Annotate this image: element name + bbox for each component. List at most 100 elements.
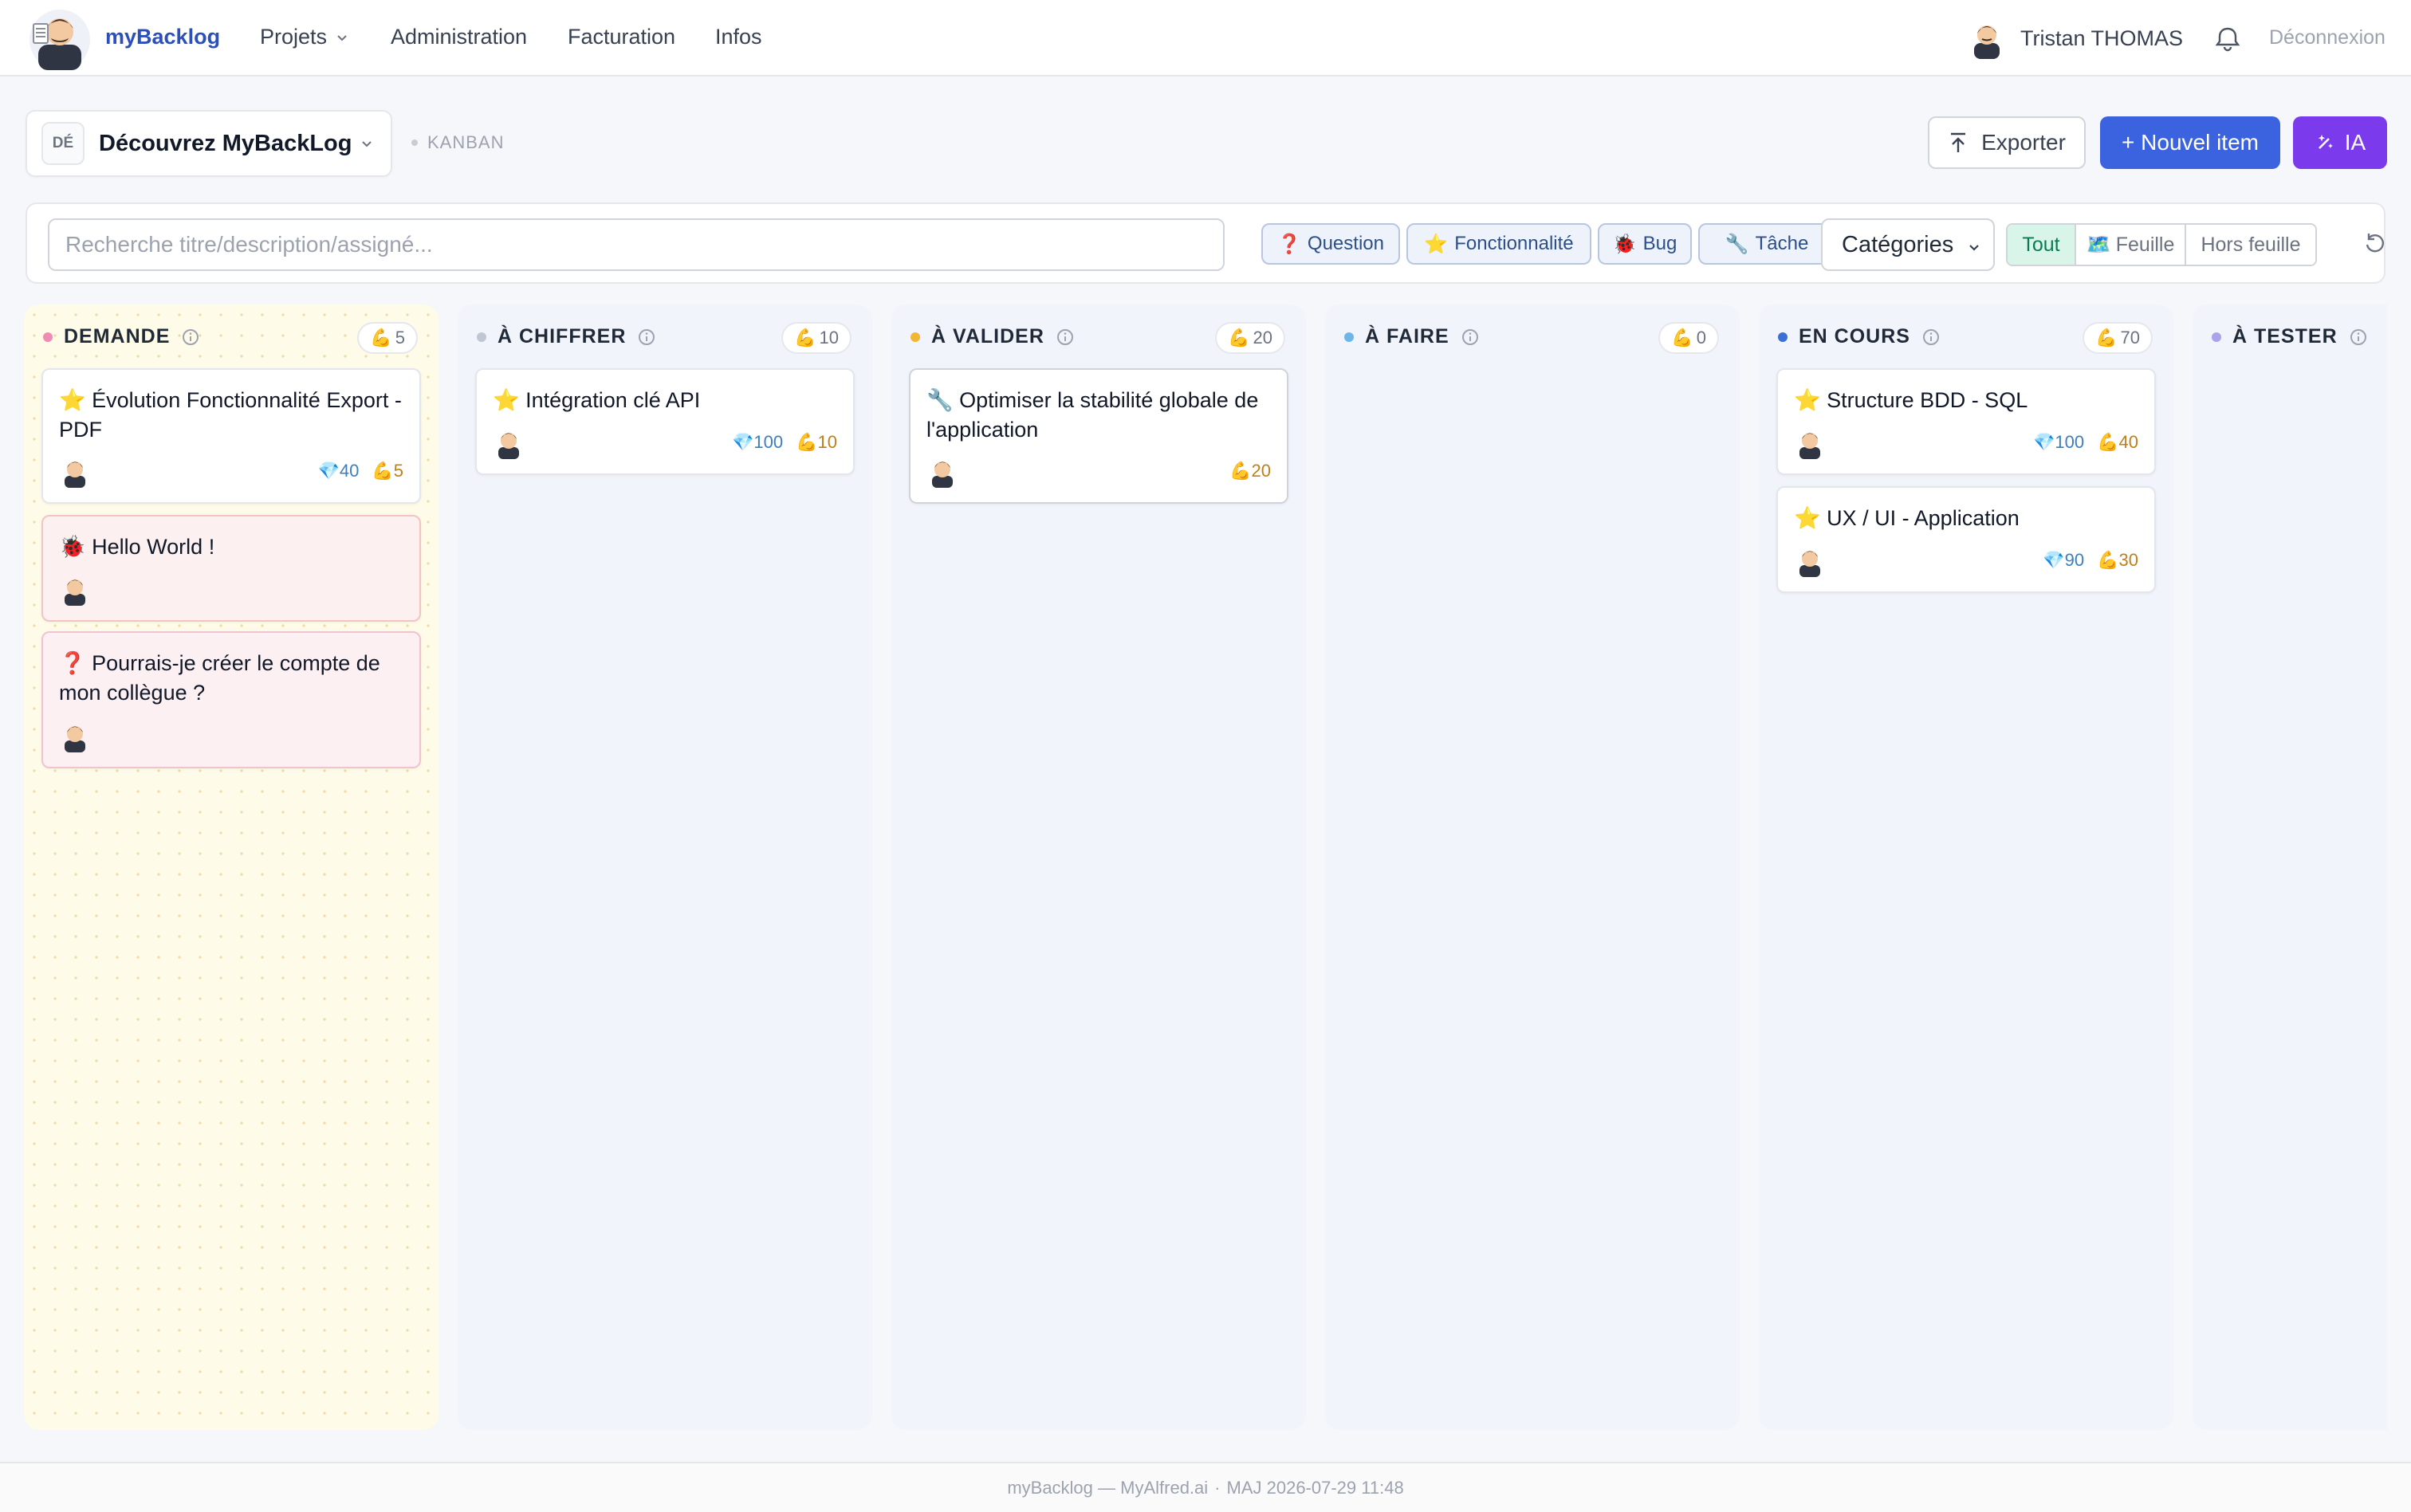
scope-sheet-label: Feuille (2115, 233, 2175, 256)
assignee-avatar[interactable] (59, 574, 91, 606)
filter-chip-feature[interactable]: ⭐ Fonctionnalité (1406, 223, 1591, 265)
user-avatar (1974, 26, 2000, 59)
footer-updated: MAJ 2026-07-29 11:48 (1226, 1477, 1404, 1498)
assignee-avatar[interactable] (493, 427, 525, 459)
card-title-text: Hello World ! (92, 535, 215, 559)
assignee-avatar[interactable] (1794, 427, 1826, 459)
card-feature[interactable]: ⭐ UX / UI - Application 💎90 💪30 (1776, 486, 2156, 593)
top-navbar: myBacklog Projets Administration Factura… (0, 0, 2411, 77)
view-mode-label: KANBAN (411, 132, 504, 153)
filter-chip-label: Fonctionnalité (1454, 233, 1574, 254)
card-metrics: 💎90 💪30 (2043, 550, 2138, 571)
reset-icon[interactable] (2362, 231, 2387, 257)
assignee-avatar[interactable] (1794, 545, 1826, 577)
assignee-avatar[interactable] (59, 456, 91, 488)
user-menu[interactable]: Tristan THOMAS (1968, 18, 2183, 59)
filter-chip-label: Tâche (1755, 233, 1809, 254)
column-effort-value: 20 (1253, 328, 1272, 348)
column-header: À VALIDER (911, 325, 1075, 348)
card-feature[interactable]: ⭐ Intégration clé API 💎100 💪10 (475, 368, 855, 475)
logout-link[interactable]: Déconnexion (2269, 26, 2385, 49)
effort-number: 10 (817, 432, 837, 452)
export-button[interactable]: Exporter (1928, 116, 2086, 169)
question-icon: ❓ (59, 651, 86, 675)
bell-icon[interactable] (2213, 24, 2242, 53)
card-title-text: Structure BDD - SQL (1827, 388, 2028, 412)
category-select[interactable]: Catégories (1821, 218, 1995, 271)
info-icon[interactable] (1921, 328, 1941, 347)
effort-metric: 💪30 (2097, 550, 2138, 571)
info-icon[interactable] (2349, 328, 2368, 347)
star-icon: ⭐ (1794, 388, 1821, 412)
assignee-avatar[interactable] (59, 721, 91, 752)
card-task[interactable]: 🔧 Optimiser la stabilité globale de l'ap… (909, 368, 1288, 504)
footer-app-name: myBacklog — MyAlfred.ai (1007, 1477, 1209, 1498)
project-badge: DÉ (41, 122, 85, 165)
map-icon: 🗺️ (2086, 233, 2111, 256)
app-logo[interactable] (27, 5, 92, 72)
scope-sheet-button[interactable]: 🗺️ Feuille (2076, 225, 2186, 265)
effort-metric: 💪40 (2097, 432, 2138, 453)
search-input[interactable] (48, 218, 1225, 271)
upload-icon (1951, 132, 1966, 152)
value-metric: 💎40 (317, 461, 359, 481)
card-title: 🔧 Optimiser la stabilité globale de l'ap… (926, 386, 1271, 445)
chevron-down-icon (337, 34, 347, 41)
column-title: À TESTER (2232, 325, 2338, 348)
nav-facturation[interactable]: Facturation (568, 25, 675, 49)
info-icon[interactable] (1461, 328, 1480, 347)
muscle-icon: 💪 (1671, 328, 1693, 348)
chevron-down-icon (1969, 245, 1979, 251)
project-name: Découvrez MyBackLog (99, 130, 352, 156)
column-title: DEMANDE (64, 325, 171, 348)
column-status-dot (477, 332, 486, 342)
star-icon: ⭐ (1794, 506, 1821, 530)
effort-number: 30 (2118, 550, 2138, 570)
star-icon: ⭐ (59, 388, 86, 412)
scope-outside-sheet-button[interactable]: Hors feuille (2186, 225, 2315, 265)
magic-wand-icon (2318, 135, 2333, 149)
card-metrics: 💎100 💪40 (2033, 432, 2138, 453)
column-status-dot (1344, 332, 1354, 342)
view-mode-text: KANBAN (427, 132, 505, 152)
scope-all-button[interactable]: Tout (2008, 225, 2076, 265)
filter-chip-question[interactable]: ❓ Question (1261, 223, 1400, 265)
card-feature[interactable]: ⭐ Structure BDD - SQL 💎100 💪40 (1776, 368, 2156, 475)
card-feature[interactable]: ⭐ Évolution Fonctionnalité Export - PDF … (41, 368, 421, 504)
nav-projets[interactable]: Projets (260, 25, 349, 49)
card-metrics: 💎40 💪5 (317, 461, 403, 481)
card-title-text: Optimiser la stabilité globale de l'appl… (926, 388, 1259, 442)
column-header: À FAIRE (1344, 325, 1480, 348)
nav-administration[interactable]: Administration (391, 25, 527, 49)
filter-chip-bug[interactable]: 🐞 Bug (1598, 223, 1692, 265)
question-icon: ❓ (1277, 233, 1301, 255)
ia-label: IA (2344, 130, 2366, 155)
category-select-value: Catégories (1842, 231, 1954, 257)
card-title: ⭐ Structure BDD - SQL (1794, 386, 2138, 415)
card-bug[interactable]: 🐞 Hello World ! (41, 515, 421, 622)
column-a-tester: À TESTER (2193, 304, 2387, 1430)
filter-bar: ❓ Question ⭐ Fonctionnalité 🐞 Bug 🔧 Tâch… (26, 202, 2385, 284)
info-icon[interactable] (637, 328, 656, 347)
value-number: 90 (2064, 550, 2085, 570)
card-metrics: 💪20 (1229, 461, 1271, 481)
footer-separator: · (1214, 1477, 1221, 1498)
diamond-icon: 💎 (731, 432, 754, 452)
muscle-icon: 💪 (2097, 432, 2119, 452)
card-title-text: Intégration clé API (525, 388, 701, 412)
card-question[interactable]: ❓ Pourrais-je créer le compte de mon col… (41, 631, 421, 768)
brand-name[interactable]: myBacklog (105, 25, 220, 49)
ia-button[interactable]: IA (2293, 116, 2387, 169)
filter-chip-label: Question (1307, 233, 1384, 254)
nav-infos[interactable]: Infos (715, 25, 762, 49)
card-metrics: 💎100 💪10 (732, 432, 837, 453)
column-a-valider: À VALIDER 💪 20 🔧 Optimiser la stabilité … (891, 304, 1306, 1430)
filter-chip-task[interactable]: 🔧 Tâche (1698, 223, 1835, 265)
project-selector[interactable]: DÉ Découvrez MyBackLog (26, 110, 392, 177)
column-header: EN COURS (1778, 325, 1941, 348)
assignee-avatar[interactable] (926, 456, 958, 488)
column-en-cours: EN COURS 💪 70 ⭐ Structure BDD - SQL 💎100… (1759, 304, 2173, 1430)
new-item-button[interactable]: + Nouvel item (2100, 116, 2280, 169)
info-icon[interactable] (181, 328, 200, 347)
info-icon[interactable] (1056, 328, 1075, 347)
